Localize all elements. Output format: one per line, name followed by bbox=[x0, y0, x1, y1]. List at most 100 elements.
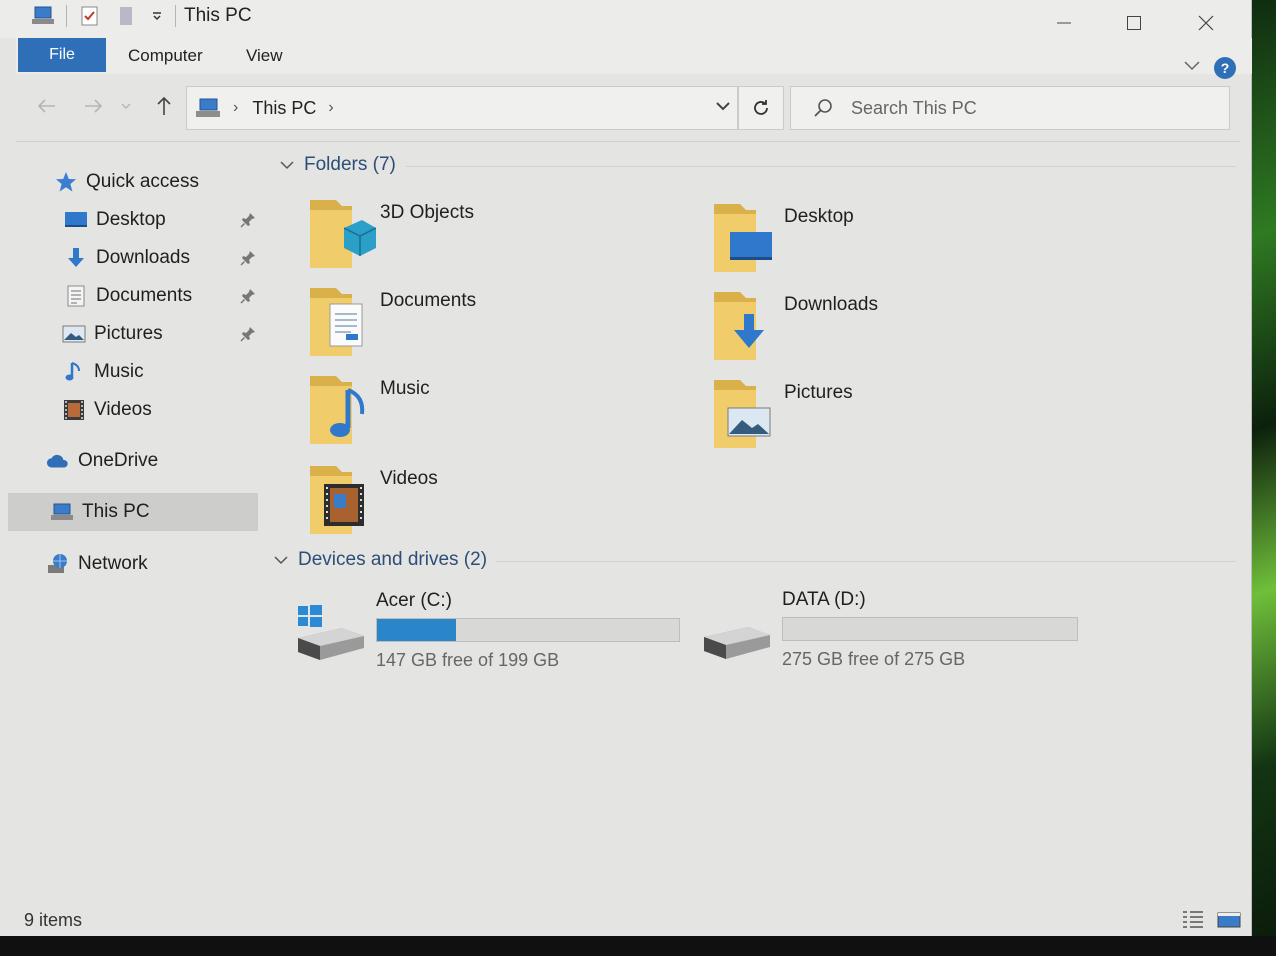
nav-network[interactable]: Network bbox=[46, 545, 148, 583]
back-button[interactable] bbox=[32, 92, 60, 120]
details-view-icon bbox=[1183, 911, 1203, 928]
drive-d[interactable]: DATA (D:) 275 GB free of 275 GB bbox=[700, 589, 1100, 679]
pin-icon[interactable] bbox=[240, 277, 256, 315]
pin-icon[interactable] bbox=[240, 201, 256, 239]
download-arrow-icon bbox=[64, 247, 88, 269]
pin-icon[interactable] bbox=[240, 239, 256, 277]
nav-label: Network bbox=[78, 553, 148, 574]
nav-label: Downloads bbox=[96, 247, 190, 268]
tab-view[interactable]: View bbox=[246, 46, 283, 66]
close-button[interactable] bbox=[1186, 8, 1226, 38]
nav-documents[interactable]: Documents bbox=[64, 277, 192, 315]
address-bar[interactable]: › This PC › bbox=[186, 86, 738, 130]
details-view-button[interactable] bbox=[1180, 908, 1206, 932]
title-bar: This PC bbox=[0, 0, 1251, 38]
desktop-folder-icon bbox=[714, 204, 772, 272]
file-explorer-window: This PC File Computer View ? › This PC ›… bbox=[0, 0, 1252, 936]
drive-name: Acer (C:) bbox=[376, 590, 452, 611]
videos-folder-icon bbox=[310, 466, 364, 534]
nav-onedrive[interactable]: OneDrive bbox=[46, 442, 158, 480]
properties-icon[interactable] bbox=[77, 4, 103, 28]
nav-music[interactable]: Music bbox=[62, 353, 144, 391]
hard-drive-icon bbox=[704, 627, 770, 659]
nav-downloads[interactable]: Downloads bbox=[64, 239, 190, 277]
documents-folder-icon bbox=[310, 288, 363, 356]
folder-downloads[interactable]: Downloads bbox=[710, 288, 1090, 368]
breadcrumb-this-pc[interactable]: This PC bbox=[252, 98, 316, 119]
ribbon: File Computer View ? bbox=[16, 38, 1252, 79]
this-pc-icon[interactable] bbox=[30, 4, 56, 28]
drive-name: DATA (D:) bbox=[782, 589, 866, 610]
folder-pictures[interactable]: Pictures bbox=[710, 376, 1090, 456]
up-arrow-icon bbox=[157, 96, 171, 115]
drive-usage-bar bbox=[376, 618, 680, 642]
screen-bezel bbox=[0, 936, 1276, 956]
help-button[interactable]: ? bbox=[1214, 57, 1236, 79]
minimize-icon bbox=[1057, 22, 1071, 24]
folder-videos[interactable]: Videos bbox=[306, 462, 686, 542]
nav-desktop[interactable]: Desktop bbox=[64, 201, 166, 239]
drive-free-space: 147 GB free of 199 GB bbox=[376, 650, 560, 670]
address-history-chevron-down-icon[interactable] bbox=[715, 99, 731, 117]
tab-file[interactable]: File bbox=[18, 38, 106, 72]
nav-label: Videos bbox=[94, 399, 152, 420]
folder-documents[interactable]: Documents bbox=[306, 284, 686, 364]
pin-icon[interactable] bbox=[240, 315, 256, 353]
maximize-button[interactable] bbox=[1114, 8, 1154, 38]
this-pc-icon bbox=[196, 98, 220, 117]
3d-objects-folder-icon bbox=[310, 200, 376, 268]
refresh-button[interactable] bbox=[738, 86, 784, 130]
nav-label: Desktop bbox=[96, 209, 166, 230]
breadcrumb-chevron-icon[interactable]: › bbox=[328, 99, 333, 117]
chevron-down-icon bbox=[121, 103, 131, 109]
close-icon bbox=[1198, 15, 1214, 31]
nav-pictures[interactable]: Pictures bbox=[62, 315, 163, 353]
navigation-pane: Quick access Desktop Downloads Documents bbox=[0, 160, 262, 600]
drives-group-header[interactable]: Devices and drives (2) bbox=[274, 549, 487, 571]
window-title: This PC bbox=[184, 5, 252, 26]
toolbar-separator bbox=[175, 5, 176, 27]
up-button[interactable] bbox=[150, 92, 178, 120]
nav-label: Music bbox=[94, 361, 144, 382]
search-placeholder: Search This PC bbox=[851, 97, 977, 118]
nav-this-pc[interactable]: This PC bbox=[8, 493, 258, 531]
customize-toolbar-chevron-icon[interactable] bbox=[149, 4, 165, 28]
minimize-button[interactable] bbox=[1044, 8, 1084, 38]
chevron-down-icon bbox=[274, 552, 288, 568]
breadcrumb-chevron-icon[interactable]: › bbox=[233, 99, 238, 117]
drive-usage-bar bbox=[782, 617, 1078, 641]
nav-quick-access[interactable]: Quick access bbox=[54, 163, 199, 201]
network-icon bbox=[46, 553, 70, 575]
nav-label: Documents bbox=[96, 285, 193, 306]
forward-button[interactable] bbox=[80, 92, 108, 120]
film-icon bbox=[62, 399, 86, 421]
this-pc-icon bbox=[50, 501, 74, 523]
downloads-folder-icon bbox=[714, 292, 764, 360]
toolbar-separator bbox=[66, 5, 67, 27]
folder-3d-objects[interactable]: 3D Objects bbox=[306, 196, 686, 276]
large-icons-view-button[interactable] bbox=[1216, 908, 1242, 932]
folder-name: Music bbox=[380, 378, 430, 399]
content-pane: Folders (7) 3D Objects Desktop Documents… bbox=[270, 146, 1240, 906]
drive-usage-fill bbox=[377, 619, 456, 641]
expand-ribbon-chevron-icon[interactable] bbox=[1184, 58, 1200, 76]
recent-locations-button[interactable] bbox=[118, 92, 134, 120]
nav-label: This PC bbox=[82, 501, 150, 522]
tab-computer[interactable]: Computer bbox=[128, 46, 203, 66]
folder-name: Desktop bbox=[784, 206, 854, 227]
folder-desktop[interactable]: Desktop bbox=[710, 200, 1090, 280]
folders-group-header[interactable]: Folders (7) bbox=[280, 154, 396, 176]
pictures-folder-icon bbox=[714, 380, 771, 448]
item-count: 9 items bbox=[24, 910, 83, 930]
folder-music[interactable]: Music bbox=[306, 372, 686, 452]
quick-access-toolbar bbox=[30, 4, 176, 28]
music-folder-icon bbox=[310, 376, 365, 444]
status-bar: 9 items bbox=[0, 904, 1252, 936]
cloud-icon bbox=[46, 450, 70, 472]
nav-videos[interactable]: Videos bbox=[62, 391, 152, 429]
nav-label: Pictures bbox=[94, 323, 163, 344]
search-input[interactable]: Search This PC bbox=[790, 86, 1230, 130]
forward-arrow-icon bbox=[85, 99, 103, 113]
drive-c[interactable]: Acer (C:) 147 GB free of 199 GB bbox=[294, 590, 694, 680]
new-folder-icon[interactable] bbox=[113, 4, 139, 28]
